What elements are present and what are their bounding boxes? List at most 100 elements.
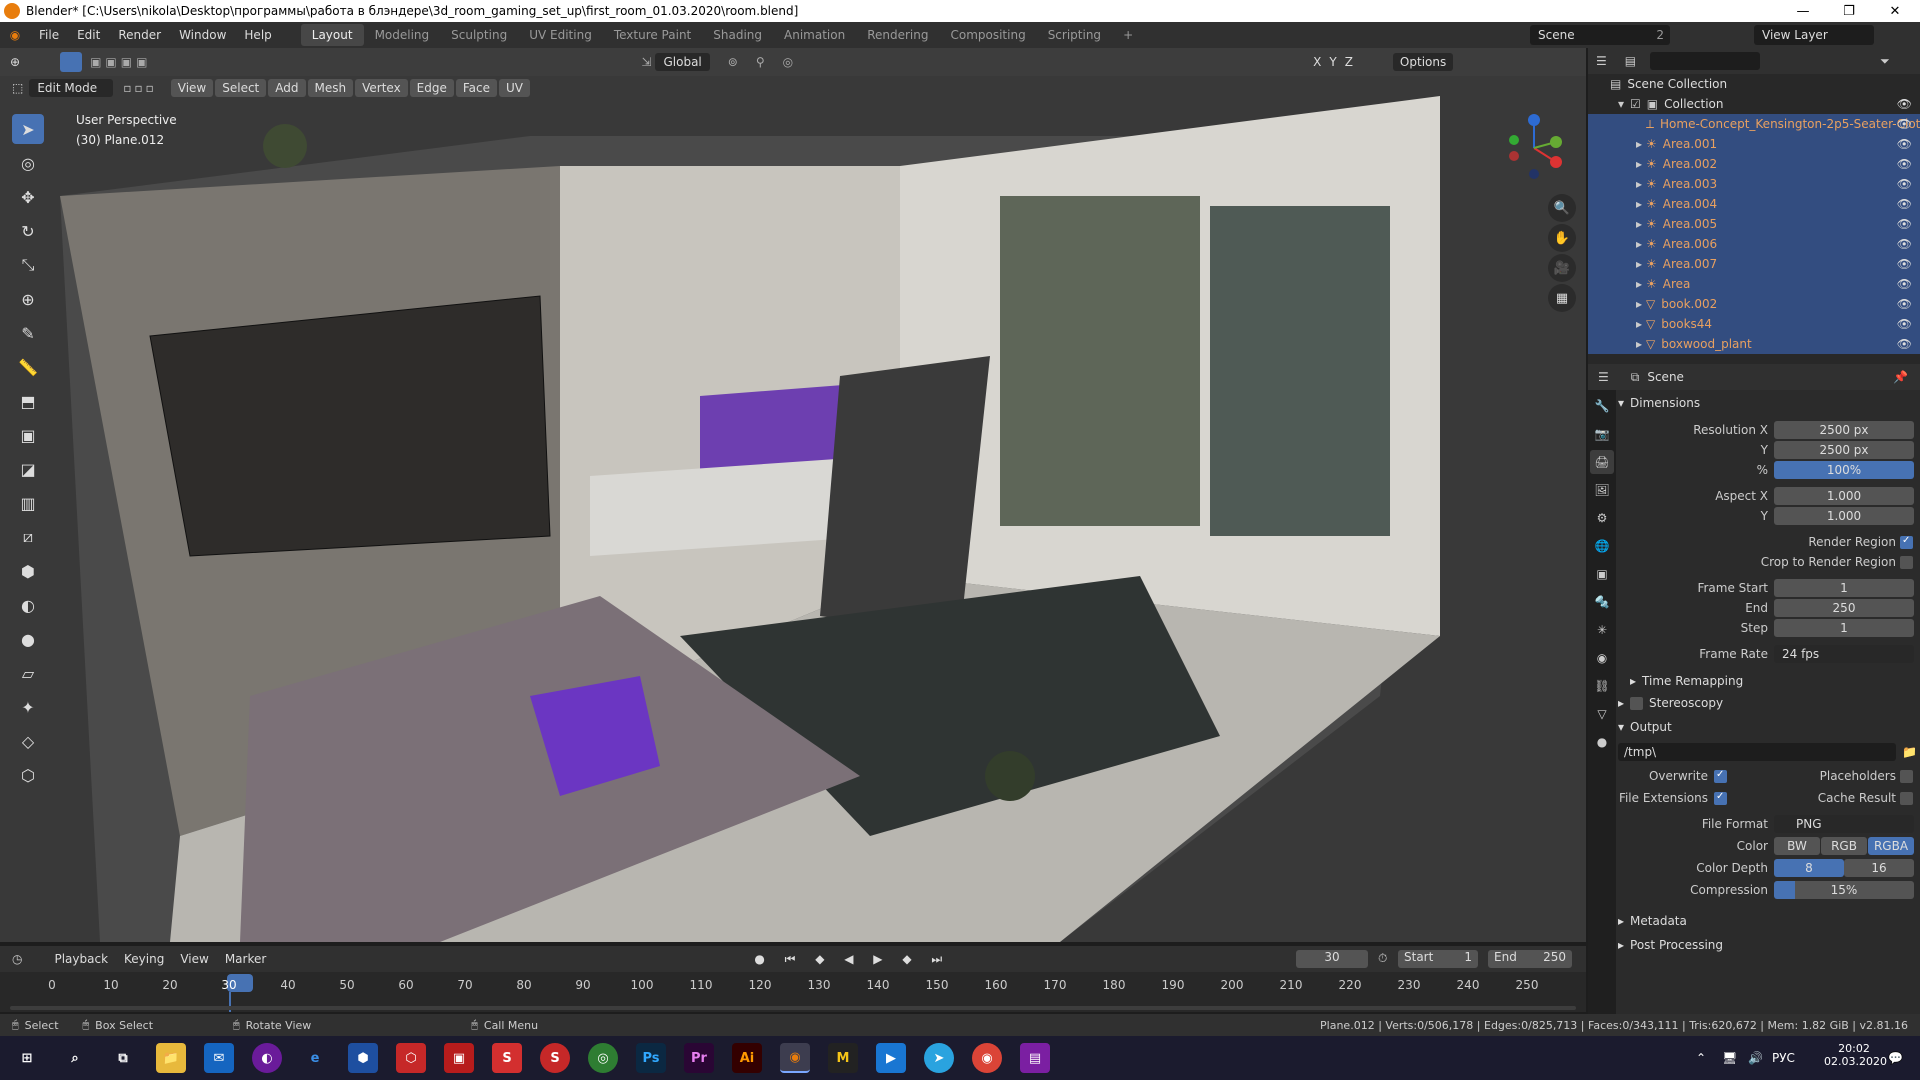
view-menu[interactable]: View — [172, 950, 216, 968]
expand-icon[interactable]: ▸ — [1636, 317, 1642, 331]
task-view-icon[interactable]: ⧉ — [108, 1043, 138, 1073]
pin-icon[interactable]: 📌 — [1893, 370, 1908, 384]
rotate-tool-icon[interactable]: ↻ — [12, 216, 44, 246]
telegram-icon[interactable]: ➤ — [924, 1043, 954, 1073]
chrome-icon[interactable]: ◉ — [972, 1043, 1002, 1073]
navigation-gizmo[interactable] — [1498, 112, 1570, 184]
media-app-icon[interactable]: ◐ — [252, 1043, 282, 1073]
display-mode-icon[interactable]: ▤ — [1625, 54, 1636, 68]
expand-icon[interactable]: ▸ — [1636, 337, 1642, 351]
view-layer-selector[interactable]: View Layer — [1754, 25, 1874, 45]
metadata-header[interactable]: ▸ Metadata — [1618, 910, 1920, 932]
eye-icon[interactable]: 👁 — [1897, 337, 1912, 351]
playback-menu[interactable]: Playback — [46, 950, 116, 968]
list-item[interactable]: ▸ ☀ Area.006 👁 — [1588, 234, 1920, 254]
expand-icon[interactable]: ▸ — [1636, 137, 1642, 151]
illustrator-icon[interactable]: Ai — [732, 1043, 762, 1073]
volume-icon[interactable]: 🔊 — [1748, 1051, 1763, 1065]
app-s-icon[interactable]: S — [492, 1043, 522, 1073]
frame-rate-dropdown[interactable]: 24 fps — [1774, 645, 1914, 663]
scale-tool-icon[interactable]: ⤡ — [12, 250, 44, 280]
edge-browser-icon[interactable]: e — [300, 1043, 330, 1073]
expand-icon[interactable]: ▸ — [1636, 177, 1642, 191]
scene-collection-row[interactable]: ▤ Scene Collection — [1588, 74, 1920, 94]
windows-start-icon[interactable]: ⊞ — [12, 1043, 42, 1073]
resolution-y-field[interactable]: 2500 px — [1774, 441, 1914, 459]
measure-tool-icon[interactable]: 📏 — [12, 352, 44, 382]
add-workspace-button[interactable]: + — [1112, 24, 1144, 46]
language-indicator[interactable]: РУС — [1772, 1051, 1795, 1065]
eye-icon[interactable]: 👁 — [1897, 277, 1912, 291]
app-blue-icon[interactable]: ▶ — [876, 1043, 906, 1073]
bevel-tool-icon[interactable]: ◪ — [12, 454, 44, 484]
tab-layout[interactable]: Layout — [300, 24, 364, 46]
expand-icon[interactable]: ▸ — [1636, 257, 1642, 271]
3d-viewport[interactable]: User Perspective (30) Plane.012 — [0, 76, 1586, 942]
render-region-checkbox[interactable] — [1900, 535, 1913, 549]
pivot-icon[interactable]: ⊚ — [728, 55, 738, 69]
frame-end-field[interactable]: 250 — [1774, 599, 1914, 617]
tab-uv-editing[interactable]: UV Editing — [518, 24, 603, 46]
depth-8-button[interactable]: 8 — [1774, 859, 1844, 877]
minimize-button[interactable]: — — [1780, 0, 1826, 22]
file-format-dropdown[interactable]: PNG — [1774, 815, 1914, 833]
expand-icon[interactable]: ▸ — [1636, 197, 1642, 211]
render-tab-icon[interactable]: 📷 — [1590, 422, 1614, 446]
rip-tool-icon[interactable]: ⬡ — [12, 760, 44, 790]
tab-texture-paint[interactable]: Texture Paint — [603, 24, 702, 46]
app-shield-icon[interactable]: ⬢ — [348, 1043, 378, 1073]
frame-start-field[interactable]: 1 — [1774, 579, 1914, 597]
menu-uv[interactable]: UV — [499, 79, 531, 97]
zoom-icon[interactable]: 🔍 — [1548, 194, 1576, 222]
tool-tab-icon[interactable]: 🔧 — [1590, 394, 1614, 418]
current-frame-field[interactable]: 30 — [1296, 950, 1368, 968]
outliner-type-icon[interactable]: ☰ — [1596, 54, 1607, 68]
ortho-grid-icon[interactable]: ▦ — [1548, 284, 1576, 312]
eye-icon[interactable]: 👁 — [1897, 237, 1912, 251]
timeline-scrollbar[interactable] — [10, 1006, 1576, 1010]
depth-16-button[interactable]: 16 — [1844, 859, 1914, 877]
output-path-input[interactable]: /tmp\ — [1618, 743, 1896, 761]
list-item[interactable]: ▸ ▽ boxwood_plant 👁 — [1588, 334, 1920, 354]
outliner-search-input[interactable] — [1650, 52, 1761, 70]
proportional-icon[interactable]: ◎ — [783, 55, 793, 69]
eye-icon[interactable]: 👁 — [1897, 197, 1912, 211]
overwrite-checkbox[interactable] — [1714, 769, 1727, 783]
marker-menu[interactable]: Marker — [217, 950, 274, 968]
filter-icon[interactable]: ⏷ — [1880, 54, 1890, 69]
dimensions-panel-header[interactable]: ▾ Dimensions — [1618, 392, 1920, 414]
axis-y-toggle[interactable]: Y — [1329, 55, 1336, 69]
modifier-tab-icon[interactable]: 🔩 — [1590, 590, 1614, 614]
maximize-button[interactable]: ❐ — [1826, 0, 1872, 22]
object-tab-icon[interactable]: ▣ — [1590, 562, 1614, 586]
clock-icon[interactable]: ⏱ — [1378, 951, 1387, 966]
orientation-dropdown[interactable]: Global — [655, 53, 710, 71]
tab-shading[interactable]: Shading — [702, 24, 773, 46]
loop-cut-tool-icon[interactable]: ▥ — [12, 488, 44, 518]
select-box-tool-icon[interactable]: ➤ — [12, 114, 44, 144]
list-item[interactable]: ▸ ▽ book.002 👁 — [1588, 294, 1920, 314]
stereoscopy-header[interactable]: ▸ Stereoscopy — [1618, 692, 1920, 714]
menu-file[interactable]: File — [30, 28, 68, 42]
options-dropdown[interactable]: Options — [1392, 53, 1454, 71]
time-remapping-header[interactable]: ▸ Time Remapping — [1618, 670, 1920, 692]
menu-edit[interactable]: Edit — [68, 28, 109, 42]
select-mode-icons[interactable]: ▣▣▣▣ — [90, 55, 151, 69]
keying-menu[interactable]: Keying — [116, 950, 172, 968]
tab-animation[interactable]: Animation — [773, 24, 856, 46]
tab-modeling[interactable]: Modeling — [364, 24, 441, 46]
menu-add[interactable]: Add — [268, 79, 306, 97]
playback-controls[interactable]: ● ⏮ ◆ ◀ ▶ ◆ ⏭ — [754, 952, 950, 967]
scene-tab-icon[interactable]: ⚙ — [1590, 506, 1614, 530]
aspect-y-field[interactable]: 1.000 — [1774, 507, 1914, 525]
eye-icon[interactable]: 👁 — [1897, 177, 1912, 191]
annotate-tool-icon[interactable]: ✎ — [12, 318, 44, 348]
notifications-icon[interactable]: 💬 — [1888, 1051, 1903, 1065]
tab-scripting[interactable]: Scripting — [1037, 24, 1112, 46]
expand-icon[interactable]: ▸ — [1636, 217, 1642, 231]
mode-dropdown[interactable]: Edit Mode — [29, 79, 114, 97]
menu-face[interactable]: Face — [455, 79, 498, 97]
move-tool-icon[interactable]: ✥ — [12, 182, 44, 212]
resolution-pct-field[interactable]: 100% — [1774, 461, 1914, 479]
expand-icon[interactable]: ▾ — [1618, 97, 1624, 111]
